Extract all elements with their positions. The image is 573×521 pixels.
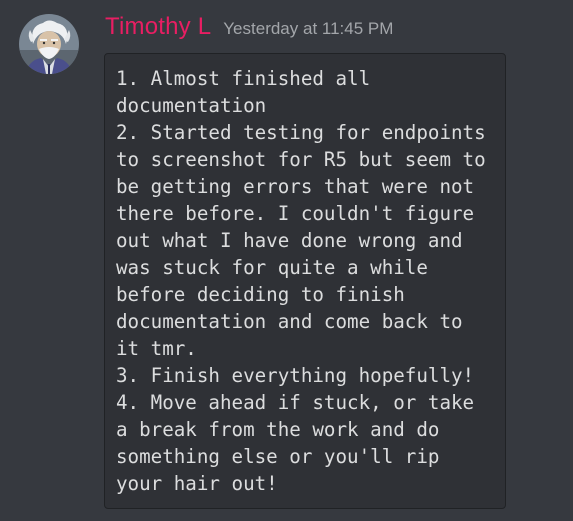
code-line: something else or you'll rip (116, 445, 440, 468)
code-line: 2. Started testing for endpoints (116, 121, 486, 144)
code-line: was stuck for quite a while (116, 256, 428, 279)
message-header: Timothy L Yesterday at 11:45 PM (105, 13, 393, 43)
code-line: out what I have done wrong and (116, 229, 463, 252)
code-line: to screenshot for R5 but seem to (116, 148, 486, 171)
avatar-image (19, 14, 79, 74)
message-timestamp[interactable]: Yesterday at 11:45 PM (223, 19, 393, 39)
code-block-text: 1. Almost finished all documentation 2. … (116, 65, 495, 497)
code-block: 1. Almost finished all documentation 2. … (104, 53, 506, 509)
username[interactable]: Timothy L (105, 13, 211, 41)
code-line: 4. Move ahead if stuck, or take (116, 391, 475, 414)
code-line: before deciding to finish (116, 283, 405, 306)
code-line: a break from the work and do (116, 418, 440, 441)
code-line: be getting errors that were not (116, 175, 475, 198)
chat-message: Timothy L Yesterday at 11:45 PM 1. Almos… (0, 0, 573, 521)
code-line: 3. Finish everything hopefully! (116, 364, 475, 387)
code-line: documentation (116, 94, 267, 117)
code-line: there before. I couldn't figure (116, 202, 475, 225)
code-line: documentation and come back to (116, 310, 463, 333)
code-line: your hair out! (116, 472, 278, 495)
code-line: 1. Almost finished all (116, 67, 371, 90)
user-avatar[interactable] (19, 14, 79, 74)
code-line: it tmr. (116, 337, 197, 360)
